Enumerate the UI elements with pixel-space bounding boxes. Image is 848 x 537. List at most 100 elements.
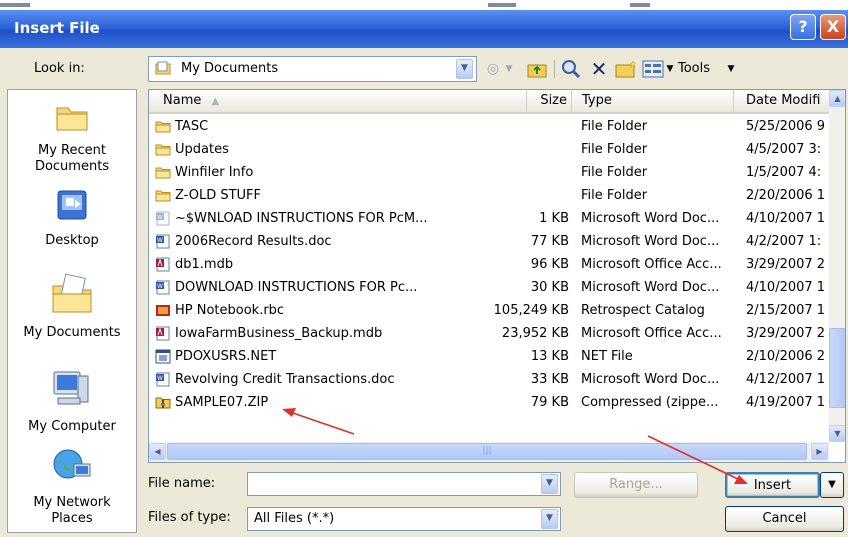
close-button[interactable]: X	[820, 14, 846, 40]
place-network-places[interactable]: My Network Places	[8, 446, 136, 527]
file-date: 4/10/2007 1	[746, 211, 826, 226]
file-date: 5/25/2006 9	[746, 119, 826, 134]
new-folder-icon[interactable]	[614, 59, 638, 79]
file-type: Compressed (zippe...	[581, 395, 719, 410]
file-type: Microsoft Word Doc...	[581, 211, 720, 226]
tools-dropdown-icon[interactable]: ▼	[726, 58, 736, 80]
file-type: Microsoft Word Doc...	[581, 234, 720, 249]
file-row[interactable]: IowaFarmBusiness_Backup.mdb 23,952 KB Micr…	[149, 324, 829, 343]
desktop-icon	[57, 190, 87, 220]
filename-dropdown-button[interactable]: ▼	[541, 474, 558, 494]
file-type: Microsoft Office Acc...	[581, 326, 722, 341]
views-dropdown-icon[interactable]: ▼	[665, 58, 675, 80]
filename-input[interactable]	[247, 472, 561, 496]
views-icon[interactable]	[642, 60, 664, 78]
cancel-button[interactable]: Cancel	[725, 506, 844, 532]
network-places-icon	[53, 449, 91, 479]
sort-ascending-icon: ▲	[211, 96, 220, 107]
scroll-up-icon[interactable]: ▲	[829, 90, 845, 107]
my-documents-small-icon	[155, 61, 171, 75]
scroll-down-icon[interactable]: ▼	[829, 425, 845, 442]
file-row[interactable]: W DOWNLOAD INSTRUCTIONS FOR Pc... 30 KB Mic…	[149, 278, 829, 297]
file-name: DOWNLOAD INSTRUCTIONS FOR Pc...	[175, 280, 418, 295]
help-button[interactable]: ?	[790, 14, 816, 40]
place-label: My Network Places	[33, 495, 111, 526]
file-date: 4/2/2007 1:	[746, 234, 822, 249]
place-recent-documents[interactable]: My Recent Documents	[8, 98, 136, 175]
file-row[interactable]: Winfiler Info File Folder 1/5/2007 4:	[149, 163, 829, 182]
file-row[interactable]: PDOXUSRS.NET 13 KB NET File 2/10/2006 2	[149, 347, 829, 366]
file-name: 2006Record Results.doc	[175, 234, 332, 249]
filetype-select[interactable]: All Files (*.*)	[247, 507, 561, 531]
file-type: File Folder	[581, 188, 648, 203]
up-folder-icon[interactable]	[526, 59, 548, 79]
lookin-label: Look in:	[34, 61, 85, 76]
file-size: 13 KB	[530, 349, 569, 364]
insert-button[interactable]: Insert	[725, 472, 820, 498]
file-date: 4/5/2007 3:	[746, 142, 822, 157]
file-date: 2/20/2006 1	[746, 188, 826, 203]
file-size: 77 KB	[530, 234, 569, 249]
place-my-computer[interactable]: My Computer	[8, 366, 136, 435]
file-date: 2/15/2007 1	[746, 303, 826, 318]
file-type: Microsoft Word Doc...	[581, 280, 720, 295]
file-row[interactable]: Z-OLD STUFF File Folder 2/20/2006 1	[149, 186, 829, 205]
file-size: 23,952 KB	[501, 326, 569, 341]
file-list[interactable]: Name ▲ Size Type Date Modifi TASC File Fo…	[148, 89, 846, 463]
horizontal-scrollbar[interactable]: ◀ ||| ▶	[149, 442, 829, 462]
file-type: File Folder	[581, 119, 648, 134]
file-date: 4/12/2007 1	[746, 372, 826, 387]
back-dropdown-icon[interactable]: ▼	[504, 58, 514, 80]
lookin-combo[interactable]: My Documents	[148, 56, 477, 82]
range-button[interactable]: Range...	[574, 472, 698, 498]
file-date: 2/10/2006 2	[746, 349, 826, 364]
horizontal-scroll-thumb[interactable]: |||	[167, 443, 807, 460]
file-row[interactable]: TASC File Folder 5/25/2006 9	[149, 117, 829, 136]
file-type: Retrospect Catalog	[581, 303, 705, 318]
file-name: HP Notebook.rbc	[175, 303, 285, 318]
delete-icon[interactable]: ✕	[588, 58, 610, 80]
file-row[interactable]: W 2006Record Results.doc 77 KB Microsoft Wo…	[149, 232, 829, 251]
file-type: Microsoft Word Doc...	[581, 372, 720, 387]
file-name: Z-OLD STUFF	[175, 188, 262, 203]
file-size: 105,249 KB	[493, 303, 569, 318]
file-row[interactable]: HP Notebook.rbc 105,249 KB Retrospect Cata…	[149, 301, 829, 320]
toolbar-separator	[554, 60, 555, 78]
column-name[interactable]: Name ▲	[149, 90, 527, 112]
search-web-icon[interactable]	[560, 59, 582, 79]
vertical-scrollbar[interactable]: ▲ ▼	[829, 90, 845, 442]
place-my-documents[interactable]: My Documents	[8, 272, 136, 341]
file-row[interactable]: SAMPLE07.ZIP 79 KB Compressed (zippe... 4/1…	[149, 393, 829, 412]
scroll-left-icon[interactable]: ◀	[149, 443, 166, 460]
place-desktop[interactable]: Desktop	[8, 188, 136, 249]
file-name: Revolving Credit Transactions.doc	[175, 372, 395, 387]
filetype-dropdown-button[interactable]: ▼	[541, 509, 558, 529]
places-bar: My Recent Documents Desktop My Documents…	[7, 89, 137, 533]
file-row[interactable]: db1.mdb 96 KB Microsoft Office Acc... 3/29/…	[149, 255, 829, 274]
place-label: My Documents	[23, 325, 121, 340]
file-date: 4/19/2007 1	[746, 395, 826, 410]
column-date-modified[interactable]: Date Modifi	[734, 90, 829, 112]
tools-menu[interactable]: Tools	[678, 58, 726, 80]
file-row[interactable]: W ~$WNLOAD INSTRUCTIONS FOR PcM... 1 KB Mic…	[149, 209, 829, 228]
place-label: My Recent Documents	[34, 143, 110, 174]
file-row[interactable]: W Revolving Credit Transactions.doc 33 KB M…	[149, 370, 829, 389]
place-label: Desktop	[45, 233, 99, 248]
file-type: Microsoft Office Acc...	[581, 257, 722, 272]
scroll-right-icon[interactable]: ▶	[811, 443, 828, 460]
lookin-dropdown-button[interactable]: ▼	[456, 59, 473, 79]
file-date: 3/29/2007 2	[746, 257, 826, 272]
title-bar[interactable]	[0, 10, 848, 48]
file-type: File Folder	[581, 142, 648, 157]
back-icon[interactable]: ◎	[484, 58, 502, 80]
file-date: 3/29/2007 2	[746, 326, 826, 341]
insert-options-dropdown[interactable]: ▼	[820, 472, 844, 498]
place-label: My Computer	[28, 419, 116, 434]
column-name-label: Name	[163, 93, 202, 108]
column-type[interactable]: Type	[572, 90, 734, 112]
file-name: Updates	[175, 142, 229, 157]
file-date: 1/5/2007 4:	[746, 165, 822, 180]
vertical-scroll-thumb[interactable]	[829, 328, 845, 408]
file-row[interactable]: Updates File Folder 4/5/2007 3:	[149, 140, 829, 159]
column-size[interactable]: Size	[527, 90, 572, 112]
